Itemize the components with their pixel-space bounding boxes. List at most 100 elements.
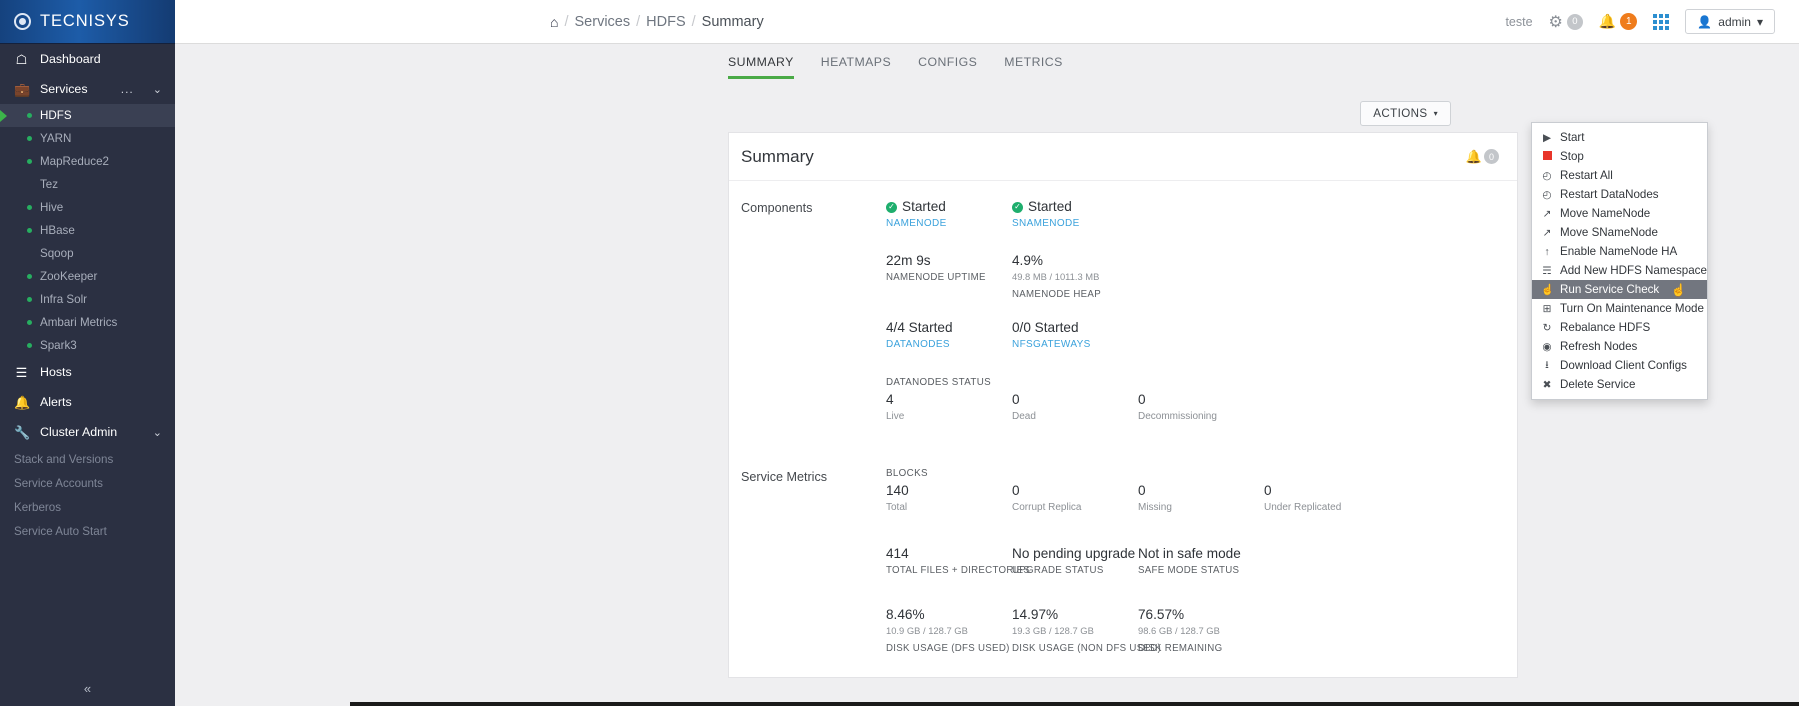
menu-item-move-namenode[interactable]: ↗ Move NameNode: [1532, 204, 1707, 223]
menu-item-start[interactable]: ▶ Start: [1532, 128, 1707, 147]
snamenode-link[interactable]: SNAMENODE: [1012, 218, 1138, 229]
status-dot-icon: [27, 182, 32, 187]
top-bar-right: teste ⚙ 0 🔔 1 👤 admin ▾: [1505, 9, 1799, 34]
logo-bar[interactable]: TECNISYS: [0, 0, 175, 44]
sidebar-item-ambari-metrics[interactable]: Ambari Metrics: [0, 311, 175, 334]
apps-grid-icon[interactable]: [1653, 13, 1670, 30]
content-area: SUMMARY HEATMAPS CONFIGS METRICS ACTIONS…: [175, 44, 1799, 706]
namenode-link[interactable]: NAMENODE: [886, 218, 1012, 229]
sidebar-item-zookeeper[interactable]: ZooKeeper: [0, 265, 175, 288]
alerts-button[interactable]: 🔔 1: [1599, 13, 1638, 30]
sidebar-item-label: Hosts: [40, 365, 72, 379]
menu-item-refresh-nodes[interactable]: ◉ Refresh Nodes: [1532, 337, 1707, 356]
components-content: ✓ Started NAMENODE ✓ Started SNAMENODE 2…: [886, 199, 1517, 422]
component-snamenode: ✓ Started SNAMENODE: [1012, 199, 1138, 229]
nfsgateways-link[interactable]: NFSGATEWAYS: [1012, 339, 1138, 350]
breadcrumb-summary[interactable]: Summary: [702, 14, 764, 30]
chevron-down-icon[interactable]: ⌄: [153, 83, 162, 96]
sidebar-item-kerberos[interactable]: Kerberos: [0, 495, 175, 519]
bell-icon: 🔔: [14, 394, 31, 410]
breadcrumb-hdfs[interactable]: HDFS: [646, 14, 685, 30]
check-icon: ✓: [1012, 201, 1023, 213]
disk-remaining-value: 76.57%: [1138, 606, 1185, 622]
sidebar-item-cluster-admin[interactable]: 🔧 Cluster Admin ⌄: [0, 417, 175, 447]
sidebar-item-label: Service Auto Start: [14, 524, 107, 538]
menu-item-label: Add New HDFS Namespace: [1560, 264, 1707, 277]
sitemap-icon: ☴: [1542, 264, 1552, 277]
chevron-down-icon: ▾: [1756, 14, 1763, 29]
menu-item-add-new-hdfs-namespace[interactable]: ☴ Add New HDFS Namespace: [1532, 261, 1707, 280]
menu-item-move-snamenode[interactable]: ↗ Move SNameNode: [1532, 223, 1707, 242]
blocks-corrupt-replica: 0 Corrupt Replica: [1012, 483, 1138, 513]
menu-item-label: Restart DataNodes: [1560, 188, 1659, 201]
sidebar-item-infra-solr[interactable]: Infra Solr: [0, 288, 175, 311]
sidebar-item-hosts[interactable]: ☰ Hosts: [0, 357, 175, 387]
services-more-icon[interactable]: ...: [121, 82, 134, 96]
namenode-uptime-caption: NAMENODE UPTIME: [886, 271, 986, 283]
namenode-heap-value: 4.9%: [1012, 252, 1043, 268]
home-icon[interactable]: ⌂: [550, 14, 558, 30]
menu-item-rebalance-hdfs[interactable]: ↻ Rebalance HDFS: [1532, 318, 1707, 337]
tab-summary[interactable]: SUMMARY: [728, 55, 794, 79]
sidebar-item-hive[interactable]: Hive: [0, 196, 175, 219]
sidebar-item-label: YARN: [40, 132, 72, 145]
sidebar-item-label: Dashboard: [40, 52, 101, 66]
wrench-icon: 🔧: [14, 424, 31, 440]
servers-icon: ☰: [15, 364, 28, 380]
tab-configs[interactable]: CONFIGS: [918, 55, 977, 79]
service-metrics-content: BLOCKS 140 Total 0 Corrupt Replica 0 Mis…: [886, 468, 1517, 654]
breadcrumb-services[interactable]: Services: [575, 14, 631, 30]
menu-item-enable-namenode-ha[interactable]: ↑ Enable NameNode HA: [1532, 242, 1707, 261]
menu-item-label: Turn On Maintenance Mode: [1560, 302, 1704, 315]
datanodes-decommissioning-caption: Decommissioning: [1138, 410, 1217, 422]
sidebar-item-sqoop[interactable]: Sqoop: [0, 242, 175, 265]
tab-heatmaps[interactable]: HEATMAPS: [821, 55, 891, 79]
menu-item-delete-service[interactable]: ✖ Delete Service: [1532, 375, 1707, 394]
alert-badge: 1: [1620, 13, 1638, 30]
nfsgateways-value: 0/0 Started: [1012, 319, 1079, 335]
sidebar-item-yarn[interactable]: YARN: [0, 127, 175, 150]
sidebar-item-services[interactable]: 💼 Services ... ⌄: [0, 74, 175, 104]
main-area: ⌂ / Services / HDFS / Summary teste ⚙ 0 …: [175, 0, 1799, 706]
sidebar-item-label: MapReduce2: [40, 155, 109, 168]
sidebar-item-mapreduce2[interactable]: MapReduce2: [0, 150, 175, 173]
components-section: Components ✓ Started NAMENODE ✓ Started …: [729, 199, 1517, 422]
status-dot-icon: [27, 159, 32, 164]
menu-item-restart-datanodes[interactable]: ◴ Restart DataNodes: [1532, 185, 1707, 204]
sidebar-item-dashboard[interactable]: ☖ Dashboard: [0, 44, 175, 74]
admin-menu-button[interactable]: 👤 admin ▾: [1685, 9, 1775, 34]
sidebar-item-hdfs[interactable]: HDFS: [0, 104, 175, 127]
sidebar-item-hbase[interactable]: HBase: [0, 219, 175, 242]
menu-item-restart-all[interactable]: ◴ Restart All: [1532, 166, 1707, 185]
background-operations-button[interactable]: ⚙ 0: [1549, 12, 1583, 32]
menu-item-turn-on-maintenance-mode[interactable]: ⊞ Turn On Maintenance Mode: [1532, 299, 1707, 318]
sidebar-item-tez[interactable]: Tez: [0, 173, 175, 196]
blocks-under-replicated-value: 0: [1264, 482, 1272, 498]
sidebar-collapse-button[interactable]: «: [0, 670, 175, 706]
menu-item-label: Delete Service: [1560, 378, 1636, 391]
menu-item-label: Start: [1560, 131, 1585, 144]
menu-item-stop[interactable]: Stop: [1532, 147, 1707, 166]
status-dot-icon: [27, 113, 32, 118]
sidebar-item-spark3[interactable]: Spark3: [0, 334, 175, 357]
blocks-corrupt-value: 0: [1012, 482, 1020, 498]
menu-item-run-service-check[interactable]: ☝ Run Service Check ☝: [1532, 280, 1707, 299]
sidebar-item-label: Stack and Versions: [14, 452, 114, 466]
menu-item-download-client-configs[interactable]: ⭳ Download Client Configs: [1532, 356, 1707, 375]
chevron-down-icon[interactable]: ⌄: [153, 426, 162, 439]
sidebar-item-alerts[interactable]: 🔔 Alerts: [0, 387, 175, 417]
blocks-missing-value: 0: [1138, 482, 1146, 498]
datanodes-link[interactable]: DATANODES: [886, 339, 1012, 350]
sidebar-item-stack-and-versions[interactable]: Stack and Versions: [0, 447, 175, 471]
sidebar-item-service-accounts[interactable]: Service Accounts: [0, 471, 175, 495]
upgrade-status-value: No pending upgrade: [1012, 545, 1136, 561]
stop-icon: [1541, 150, 1553, 163]
home-icon: ☖: [15, 51, 28, 67]
actions-button[interactable]: ACTIONS ▾: [1360, 101, 1451, 126]
sidebar-item-service-auto-start[interactable]: Service Auto Start: [0, 519, 175, 543]
actions-button-label: ACTIONS: [1373, 107, 1428, 120]
tab-metrics[interactable]: METRICS: [1004, 55, 1063, 79]
panel-alert-indicator[interactable]: 🔔 0: [1466, 149, 1499, 165]
clock-icon: ◴: [1542, 169, 1552, 182]
upgrade-status-caption: UPGRADE STATUS: [1012, 564, 1104, 576]
